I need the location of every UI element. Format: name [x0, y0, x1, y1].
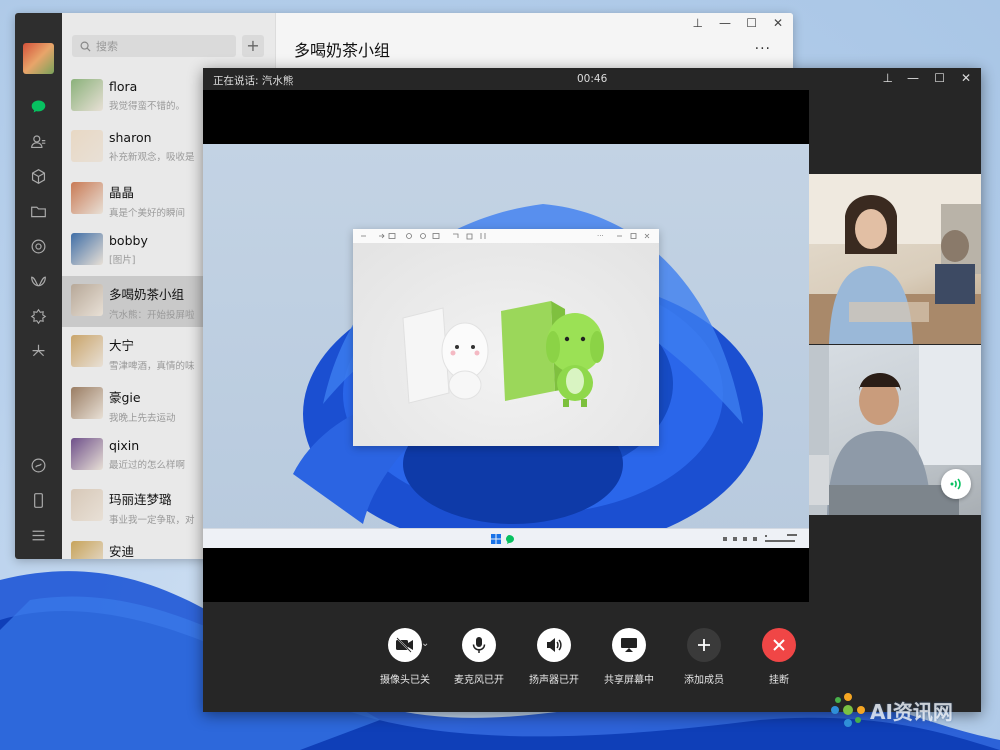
camera-label: 摄像头已关 — [380, 675, 430, 686]
channels-icon[interactable] — [27, 270, 49, 292]
chat-avatar — [71, 130, 103, 163]
speaking-indicator: 正在说话: 汽水熊 — [213, 75, 294, 87]
group-call-window: 正在说话: 汽水熊 00:46 ⊥ — ☐ ✕ ··· ⌄ 摄像头已关 麦克风已… — [203, 68, 981, 712]
maximize-button[interactable]: ☐ — [746, 16, 757, 30]
add-member-button[interactable]: 添加成员 — [664, 628, 744, 686]
search-placeholder: 搜索 — [96, 40, 118, 53]
chat-avatar — [71, 284, 103, 317]
plus-icon — [687, 628, 721, 662]
watermark-logo — [831, 693, 865, 727]
camera-toggle-button[interactable]: ⌄ 摄像头已关 — [365, 628, 445, 686]
speaking-indicator-badge — [941, 469, 971, 499]
hang-up-button[interactable]: 挂断 — [739, 628, 819, 686]
folder-icon[interactable] — [27, 200, 49, 222]
nav-rail — [15, 13, 62, 559]
chat-avatar — [71, 438, 103, 471]
menu-icon[interactable] — [27, 524, 49, 546]
microphone-icon — [462, 628, 496, 662]
microphone-toggle-button[interactable]: 麦克风已开 — [439, 628, 519, 686]
speaker-label: 扬声器已开 — [529, 675, 579, 686]
minimize-button[interactable]: — — [719, 16, 731, 30]
call-pin-button[interactable]: ⊥ — [883, 71, 893, 85]
call-minimize-button[interactable]: — — [907, 71, 919, 85]
call-close-button[interactable]: ✕ — [961, 71, 971, 85]
search-input[interactable]: 搜索 — [72, 35, 236, 57]
shared-screen: ··· — [203, 144, 809, 548]
chat-avatar — [71, 79, 103, 111]
call-title-bar: 正在说话: 汽水熊 00:46 ⊥ — ☐ ✕ — [203, 68, 981, 90]
chat-avatar — [71, 540, 103, 559]
participant-video-1[interactable] — [809, 174, 981, 344]
svg-text:···: ··· — [597, 232, 604, 240]
close-button[interactable]: ✕ — [773, 16, 783, 30]
contacts-icon[interactable] — [27, 130, 49, 152]
mini-programs-icon[interactable] — [27, 340, 49, 362]
chevron-down-icon[interactable]: ⌄ — [421, 638, 429, 649]
shared-taskbar — [203, 528, 809, 548]
mini-program-panel-icon[interactable] — [27, 454, 49, 476]
phone-icon[interactable] — [27, 489, 49, 511]
hang-up-icon — [762, 628, 796, 662]
add-member-label: 添加成员 — [684, 675, 724, 686]
participant-video-2[interactable] — [809, 345, 981, 515]
chat-avatar — [71, 335, 103, 368]
screen-share-button[interactable]: 共享屏幕中 — [589, 628, 669, 686]
hang-up-label: 挂断 — [769, 675, 789, 686]
add-button[interactable]: + — [242, 35, 264, 57]
search-icon — [80, 41, 91, 52]
sound-wave-icon — [950, 478, 961, 490]
chat-avatar — [71, 386, 103, 419]
search-feature-icon[interactable] — [27, 305, 49, 327]
speaker-toggle-button[interactable]: 扬声器已开 — [514, 628, 594, 686]
watermark-text: AI资讯网 — [870, 699, 953, 724]
moments-icon[interactable] — [27, 235, 49, 257]
shared-screen-stage: ··· — [203, 90, 809, 602]
favorites-icon[interactable] — [27, 165, 49, 187]
chat-avatar — [71, 489, 103, 522]
site-watermark: AI资讯网 — [830, 690, 980, 730]
microphone-label: 麦克风已开 — [454, 675, 504, 686]
call-timer: 00:46 — [577, 73, 608, 85]
speaker-icon — [537, 628, 571, 662]
participant-videos — [809, 174, 981, 516]
product-photo — [353, 243, 659, 446]
chat-avatar — [71, 181, 103, 214]
screen-share-label: 共享屏幕中 — [604, 675, 654, 686]
more-options-button[interactable]: ··· — [755, 41, 771, 57]
photo-viewer-toolbar: ··· — [353, 229, 659, 243]
call-maximize-button[interactable]: ☐ — [934, 71, 945, 85]
chat-icon[interactable] — [27, 95, 49, 117]
screen-share-icon — [612, 628, 646, 662]
camera-off-icon — [388, 628, 422, 662]
photo-viewer-window: ··· — [353, 229, 659, 446]
conversation-title: 多喝奶茶小组 — [294, 41, 391, 60]
pin-button[interactable]: ⊥ — [693, 16, 703, 30]
chat-avatar — [71, 232, 103, 265]
user-avatar[interactable] — [23, 43, 54, 74]
